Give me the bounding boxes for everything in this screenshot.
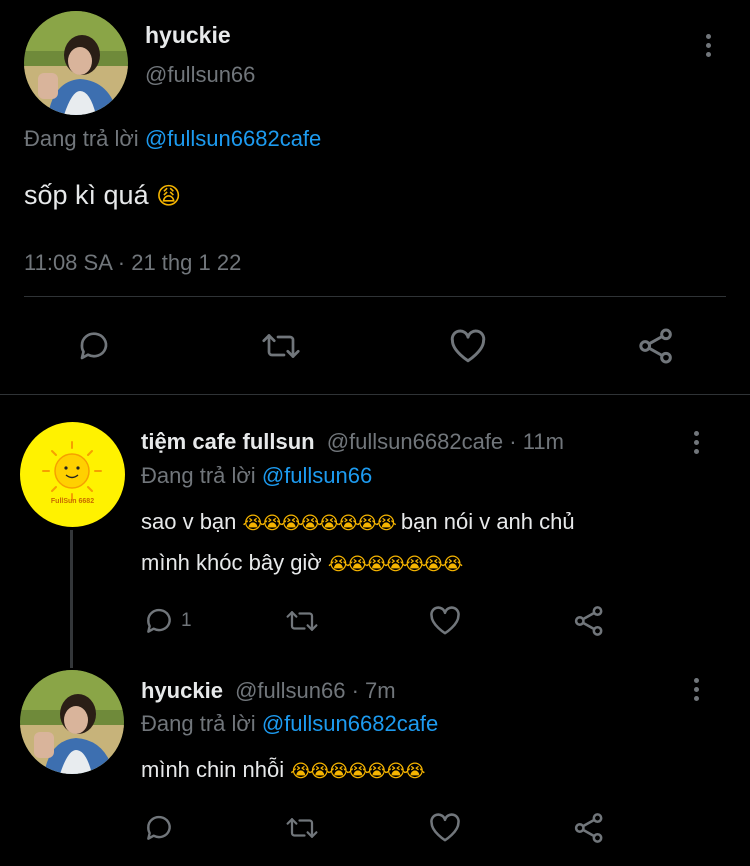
reply-text-line-1: sao v bạn 😭😭😭😭😭😭😭😭 bạn nói v anh chủ [141,509,575,535]
more-options-icon[interactable] [692,678,700,701]
replying-label: Đang trả lời [24,126,139,151]
crying-emoji: 😭😭😭😭😭😭😭 [327,554,463,575]
more-options-icon[interactable] [692,431,700,454]
like-icon[interactable] [428,605,462,636]
weary-face-emoji: 😩 [156,182,182,210]
reply-text: mình khóc bây giờ [141,550,322,575]
reply-time[interactable]: · 7m [352,678,396,703]
divider [0,394,750,395]
author-name[interactable]: hyuckie [141,678,223,703]
reply-icon[interactable] [143,605,175,637]
reply-header: hyuckie @fullsun66 · 7m [141,678,396,704]
replying-label: Đang trả lời [141,711,256,736]
crying-emoji: 😭😭😭😭😭😭😭 [290,761,425,782]
reply-text: bạn nói v anh chủ [400,509,575,534]
replying-to-line: Đang trả lời @fullsun6682cafe [141,711,438,737]
avatar-hyuckie[interactable] [20,670,124,774]
tweet-text-body: sốp kì quá [24,180,149,210]
share-icon[interactable] [572,811,606,845]
reply-text-line-1: mình chin nhỗi 😭😭😭😭😭😭😭 [141,757,425,783]
author-handle[interactable]: @fullsun6682cafe [327,429,503,454]
divider [24,296,726,297]
reply-text: mình chin nhỗi [141,757,285,782]
avatar-hyuckie[interactable] [24,11,128,115]
thread-line [70,530,73,668]
reply-text: sao v bạn [141,509,237,534]
avatar-tiem-cafe-fullsun[interactable]: FullSun 6682 [20,422,125,527]
replying-to-link[interactable]: @fullsun66 [262,463,372,488]
replying-to-line: Đang trả lời @fullsun66 [141,463,372,489]
reply-icon[interactable] [143,812,175,844]
like-icon[interactable] [428,812,462,843]
author-name[interactable]: tiệm cafe fullsun [141,429,315,454]
reply-header: tiệm cafe fullsun @fullsun6682cafe · 11m [141,429,564,455]
author-name[interactable]: hyuckie [145,22,231,49]
crying-emoji: 😭😭😭😭😭😭😭😭 [242,513,397,534]
author-handle[interactable]: @fullsun66 [145,62,255,88]
replying-to-link[interactable]: @fullsun6682cafe [145,126,321,151]
avatar-caption: FullSun 6682 [50,498,95,505]
share-icon[interactable] [572,604,606,638]
retweet-icon[interactable] [283,606,321,636]
like-icon[interactable] [448,328,488,364]
retweet-icon[interactable] [259,328,303,364]
more-options-icon[interactable] [704,34,712,57]
share-icon[interactable] [636,326,676,366]
reply-count: 1 [181,610,192,631]
tweet-text: sốp kì quá 😩 [24,180,181,211]
replying-to-link[interactable]: @fullsun6682cafe [262,711,438,736]
reply-text-line-2: mình khóc bây giờ 😭😭😭😭😭😭😭 [141,550,463,576]
reply-icon[interactable] [76,328,112,364]
replying-label: Đang trả lời [141,463,256,488]
replying-to-line: Đang trả lời @fullsun6682cafe [24,126,321,152]
retweet-icon[interactable] [283,813,321,843]
tweet-timestamp[interactable]: 11:08 SA · 21 thg 1 22 [24,250,241,276]
reply-time[interactable]: · 11m [509,429,564,454]
author-handle[interactable]: @fullsun66 [235,678,345,703]
